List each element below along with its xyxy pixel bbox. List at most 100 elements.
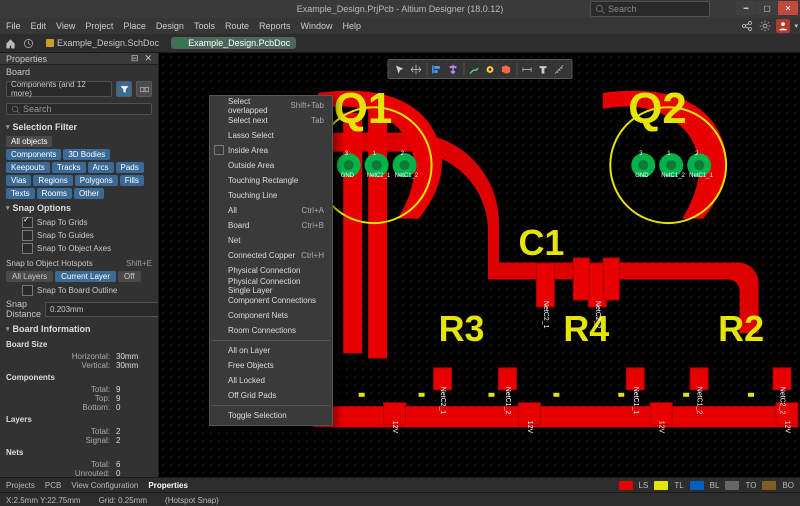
menu-help[interactable]: Help — [343, 21, 362, 31]
tool-dimension-icon[interactable] — [521, 63, 533, 75]
seg-current-layer[interactable]: Current Layer — [55, 271, 116, 282]
menu-project[interactable]: Project — [85, 21, 113, 31]
settings-icon[interactable] — [758, 19, 772, 33]
chip-tracks[interactable]: Tracks — [52, 162, 86, 173]
swatch-tl[interactable] — [654, 481, 668, 490]
tab-view-config[interactable]: View Configuration — [71, 481, 138, 490]
history-icon[interactable] — [22, 37, 34, 49]
menu-route[interactable]: Route — [225, 21, 249, 31]
tool-text-icon[interactable] — [537, 63, 549, 75]
tab-schematic[interactable]: Example_Design.SchDoc — [40, 37, 165, 49]
ctx-all-on-layer[interactable]: All on Layer — [210, 343, 332, 358]
ctx-inside-area[interactable]: Inside Area — [210, 143, 332, 158]
menu-view[interactable]: View — [56, 21, 75, 31]
window-maximize[interactable]: ▢ — [757, 1, 777, 15]
svg-text:12V: 12V — [658, 421, 665, 434]
menu-design[interactable]: Design — [156, 21, 184, 31]
ctx-touching-rectangle[interactable]: Touching Rectangle — [210, 173, 332, 188]
panel-pin-icon[interactable]: ⊟ — [131, 53, 139, 64]
swatch-ls[interactable] — [619, 481, 633, 490]
ctx-all-locked[interactable]: All Locked — [210, 373, 332, 388]
user-dropdown[interactable]: ▾ — [794, 22, 798, 30]
scope-dropdown[interactable]: Components (and 12 more) — [6, 81, 112, 97]
chip-pads[interactable]: Pads — [116, 162, 144, 173]
ctx-touching-line[interactable]: Touching Line — [210, 188, 332, 203]
ctx-net[interactable]: Net — [210, 233, 332, 248]
chip-fills[interactable]: Fills — [120, 175, 144, 186]
tab-projects[interactable]: Projects — [6, 481, 35, 490]
menu-file[interactable]: File — [6, 21, 21, 31]
section-board-info[interactable]: Board Information — [0, 321, 158, 337]
chip-keepouts[interactable]: Keepouts — [6, 162, 50, 173]
chip-regions[interactable]: Regions — [33, 175, 72, 186]
chk-snap-grids[interactable] — [22, 217, 33, 228]
chip-other[interactable]: Other — [74, 188, 104, 199]
ctx-physical-connection-single[interactable]: Physical Connection Single Layer — [210, 278, 332, 293]
chip-components[interactable]: Components — [6, 149, 61, 160]
snap-distance-input[interactable] — [45, 302, 159, 317]
svg-text:GND: GND — [341, 173, 355, 179]
chip-polygons[interactable]: Polygons — [75, 175, 118, 186]
global-search[interactable]: Search — [590, 1, 710, 17]
chip-rooms[interactable]: Rooms — [37, 188, 72, 199]
svg-text:NetC1_2: NetC1_2 — [395, 173, 419, 179]
tool-align-center-icon[interactable] — [447, 63, 459, 75]
chip-arcs[interactable]: Arcs — [88, 162, 114, 173]
tool-select-icon[interactable] — [394, 63, 406, 75]
swatch-bo[interactable] — [762, 481, 776, 490]
window-close[interactable]: ✕ — [778, 1, 798, 15]
ctx-component-connections[interactable]: Component Connections — [210, 293, 332, 308]
panel-search[interactable]: Search — [6, 103, 152, 115]
nets-hdr: Nets — [0, 445, 158, 460]
user-avatar[interactable] — [776, 19, 790, 33]
ctx-board[interactable]: BoardCtrl+B — [210, 218, 332, 233]
funnel-icon[interactable] — [116, 81, 132, 97]
chk-snap-axes[interactable] — [22, 243, 33, 254]
tool-measure-icon[interactable] — [553, 63, 565, 75]
ctx-all[interactable]: AllCtrl+A — [210, 203, 332, 218]
pcb-canvas[interactable]: Q1 Q2 C1 R3 R4 R2 3GND 1NetC2_1 2NetC1_2… — [159, 53, 800, 477]
tab-pcb[interactable]: Example_Design.PcbDoc — [171, 37, 296, 49]
chk-snap-guides[interactable] — [22, 230, 33, 241]
sch-doc-icon — [46, 39, 54, 47]
section-selection-filter[interactable]: Selection Filter — [0, 119, 158, 135]
menu-edit[interactable]: Edit — [31, 21, 47, 31]
chip-vias[interactable]: Vias — [6, 175, 31, 186]
ctx-free-objects[interactable]: Free Objects — [210, 358, 332, 373]
home-icon[interactable] — [4, 37, 16, 49]
menu-reports[interactable]: Reports — [259, 21, 291, 31]
menu-tools[interactable]: Tools — [194, 21, 215, 31]
swatch-to[interactable] — [725, 481, 739, 490]
panel-close-icon[interactable]: ✕ — [144, 53, 152, 64]
section-snap-options[interactable]: Snap Options — [0, 200, 158, 216]
tool-poly-icon[interactable] — [500, 63, 512, 75]
chk-board-outline[interactable] — [22, 285, 33, 296]
ctx-select-overlapped[interactable]: Select overlappedShift+Tab — [210, 98, 332, 113]
seg-all-layers[interactable]: All Layers — [6, 271, 53, 282]
ctx-outside-area[interactable]: Outside Area — [210, 158, 332, 173]
ctx-connected-copper[interactable]: Connected CopperCtrl+H — [210, 248, 332, 263]
seg-off[interactable]: Off — [118, 271, 141, 282]
share-icon[interactable] — [740, 19, 754, 33]
swatch-bl[interactable] — [690, 481, 704, 490]
segment-toggle[interactable] — [136, 81, 152, 97]
chip-all-objects[interactable]: All objects — [6, 136, 52, 147]
ctx-component-nets[interactable]: Component Nets — [210, 308, 332, 323]
svg-text:R2: R2 — [718, 308, 764, 349]
chip-texts[interactable]: Texts — [6, 188, 35, 199]
ctx-off-grid-pads[interactable]: Off Grid Pads — [210, 388, 332, 403]
menu-window[interactable]: Window — [301, 21, 333, 31]
ctx-room-connections[interactable]: Room Connections — [210, 323, 332, 338]
ctx-toggle-selection[interactable]: Toggle Selection — [210, 408, 332, 423]
window-minimize[interactable]: ━ — [736, 1, 756, 15]
tool-move-icon[interactable] — [410, 63, 422, 75]
ctx-lasso-select[interactable]: Lasso Select — [210, 128, 332, 143]
tab-properties[interactable]: Properties — [148, 481, 188, 490]
tool-via-icon[interactable] — [484, 63, 496, 75]
tool-align-left-icon[interactable] — [431, 63, 443, 75]
ctx-select-next[interactable]: Select nextTab — [210, 113, 332, 128]
menu-place[interactable]: Place — [123, 21, 146, 31]
chip-3d-bodies[interactable]: 3D Bodies — [63, 149, 110, 160]
tool-route-icon[interactable] — [468, 63, 480, 75]
tab-pcb-panel[interactable]: PCB — [45, 481, 61, 490]
